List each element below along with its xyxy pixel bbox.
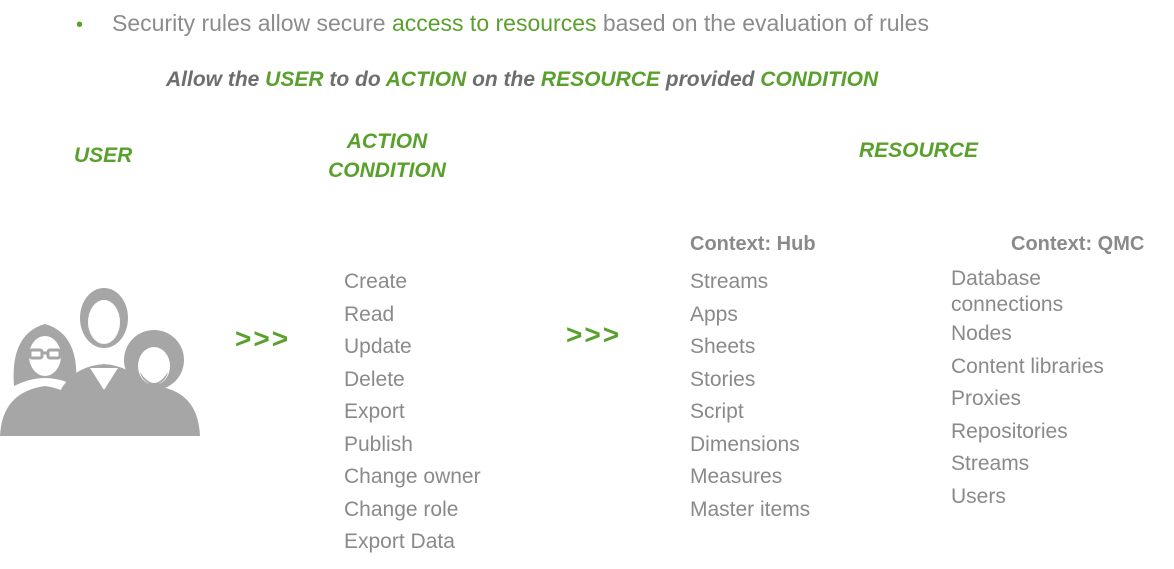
context-qmc-list: Database connections Nodes Content librari… bbox=[951, 266, 1131, 513]
qmc-resource-item: Proxies bbox=[951, 387, 1022, 410]
action-item: Change owner bbox=[344, 465, 481, 488]
arrows-action-to-resource: >>> bbox=[566, 319, 622, 350]
action-item: Export Data bbox=[344, 530, 455, 553]
hub-resource-item: Streams bbox=[690, 270, 769, 293]
statement-user: USER bbox=[265, 68, 324, 91]
hub-resource-item: Sheets bbox=[690, 335, 756, 358]
condition-header: CONDITION bbox=[328, 159, 446, 182]
qmc-resource-item: Users bbox=[951, 484, 1006, 508]
context-hub-list: Streams Apps Sheets Stories Script Dimensions… bbox=[690, 266, 810, 526]
statement-part: on the bbox=[466, 68, 541, 91]
action-item: Read bbox=[344, 302, 395, 326]
statement-part: Allow the bbox=[166, 68, 266, 91]
user-header: USER bbox=[74, 144, 133, 167]
statement-condition: CONDITION bbox=[760, 68, 879, 91]
action-item: Change role bbox=[344, 497, 459, 521]
qmc-resource-item: Repositories bbox=[951, 419, 1068, 443]
qmc-resource-item: Nodes bbox=[951, 322, 1012, 345]
hub-resource-item: Dimensions bbox=[690, 432, 800, 456]
arrows-user-to-action: >>> bbox=[235, 323, 291, 354]
context-qmc-title: Context: QMC bbox=[1011, 233, 1145, 255]
action-header: ACTION bbox=[346, 130, 428, 153]
intro-text-highlight: access to resources bbox=[391, 10, 597, 36]
users-group-icon bbox=[0, 288, 200, 436]
statement-part: provided bbox=[659, 68, 761, 91]
statement-part: to do bbox=[323, 68, 386, 91]
action-item: Delete bbox=[344, 367, 405, 391]
hub-resource-item: Script bbox=[690, 400, 744, 423]
qmc-resource-item: Streams bbox=[951, 452, 1030, 475]
action-condition-header: ACTION CONDITION bbox=[312, 127, 462, 185]
intro-text-before: Security rules allow secure bbox=[112, 10, 392, 36]
action-item: Update bbox=[344, 335, 412, 358]
hub-resource-item: Measures bbox=[690, 465, 783, 488]
action-item: Create bbox=[344, 270, 408, 293]
qmc-resource-item: Database connections bbox=[951, 267, 1064, 316]
hub-resource-item: Stories bbox=[690, 367, 756, 391]
hub-resource-item: Apps bbox=[690, 302, 738, 326]
hub-resource-item: Master items bbox=[690, 497, 811, 521]
statement-resource: RESOURCE bbox=[540, 68, 660, 91]
rule-statement: Allow the USER to do ACTION on the RESOU… bbox=[166, 68, 878, 92]
intro-bullet: • Security rules allow secure access to r… bbox=[76, 10, 929, 37]
action-item: Publish bbox=[344, 432, 413, 456]
statement-action: ACTION bbox=[385, 68, 467, 91]
resource-header: RESOURCE bbox=[859, 139, 979, 162]
context-hub-title: Context: Hub bbox=[690, 233, 816, 255]
action-list: Create Read Update Delete Export Publish Chang… bbox=[344, 266, 481, 559]
intro-text-after: based on the evaluation of rules bbox=[596, 10, 929, 36]
qmc-resource-item: Content libraries bbox=[951, 354, 1104, 378]
bullet-dot: • bbox=[76, 14, 84, 36]
action-item: Export bbox=[344, 400, 405, 423]
